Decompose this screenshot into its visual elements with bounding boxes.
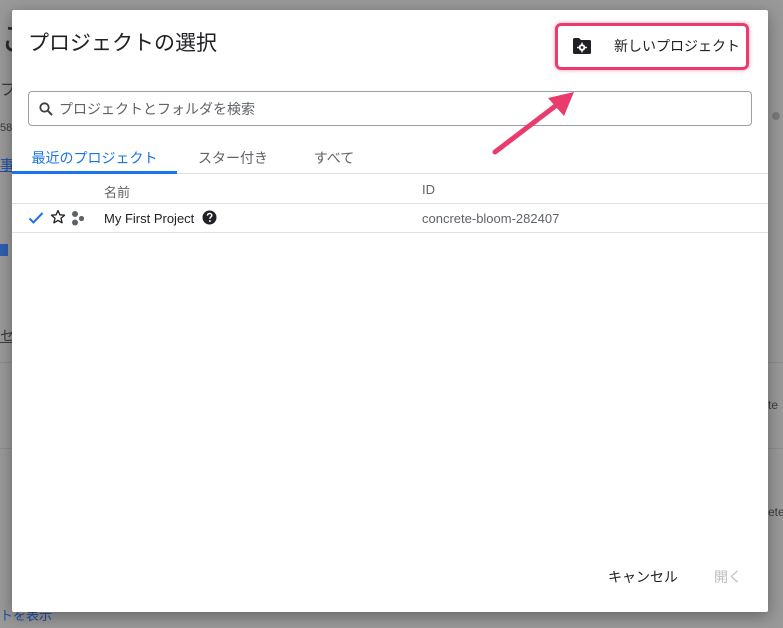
project-selection-dialog: プロジェクトの選択 新しいプロジェクト 最近のプロジェクト スター付き すべて …: [12, 10, 768, 612]
tab-recent[interactable]: 最近のプロジェクト: [12, 140, 177, 174]
bg-text-fragment: 58: [0, 122, 13, 134]
tab-starred[interactable]: スター付き: [188, 140, 278, 174]
table-header: 名前 ID: [12, 176, 768, 204]
project-dots-icon: [72, 211, 85, 226]
annotation-arrow: [492, 92, 574, 155]
bg-divider: [768, 448, 783, 449]
search-field[interactable]: [28, 91, 752, 126]
bg-dot: [772, 112, 780, 120]
column-header-name: 名前: [104, 185, 131, 200]
bg-text-fragment: te: [768, 398, 779, 412]
star-outline-icon[interactable]: [50, 209, 66, 225]
project-name[interactable]: My First Project: [104, 211, 194, 226]
new-project-label: 新しいプロジェクト: [614, 38, 740, 54]
column-header-id: ID: [422, 182, 435, 197]
bg-text-fragment: ete: [768, 505, 783, 519]
bg-divider: [768, 362, 783, 363]
new-project-button[interactable]: 新しいプロジェクト: [561, 28, 743, 64]
check-icon: [28, 212, 44, 224]
search-input[interactable]: [59, 100, 699, 117]
table-row[interactable]: My First Project concrete-bloom-282407: [12, 204, 768, 233]
tab-all[interactable]: すべて: [302, 140, 366, 174]
help-icon[interactable]: [202, 210, 217, 225]
open-button[interactable]: 開く: [714, 565, 742, 589]
tab-bar: 最近のプロジェクト スター付き すべて: [12, 140, 768, 174]
project-id: concrete-bloom-282407: [422, 211, 560, 226]
cancel-button[interactable]: キャンセル: [608, 565, 678, 589]
bg-badge-fragment: [0, 244, 8, 256]
dialog-title: プロジェクトの選択: [28, 32, 217, 55]
bg-divider: [0, 362, 12, 363]
search-icon: [39, 101, 53, 116]
bg-divider: [0, 448, 12, 449]
folder-gear-icon: [573, 38, 591, 54]
active-tab-indicator: [12, 171, 177, 174]
